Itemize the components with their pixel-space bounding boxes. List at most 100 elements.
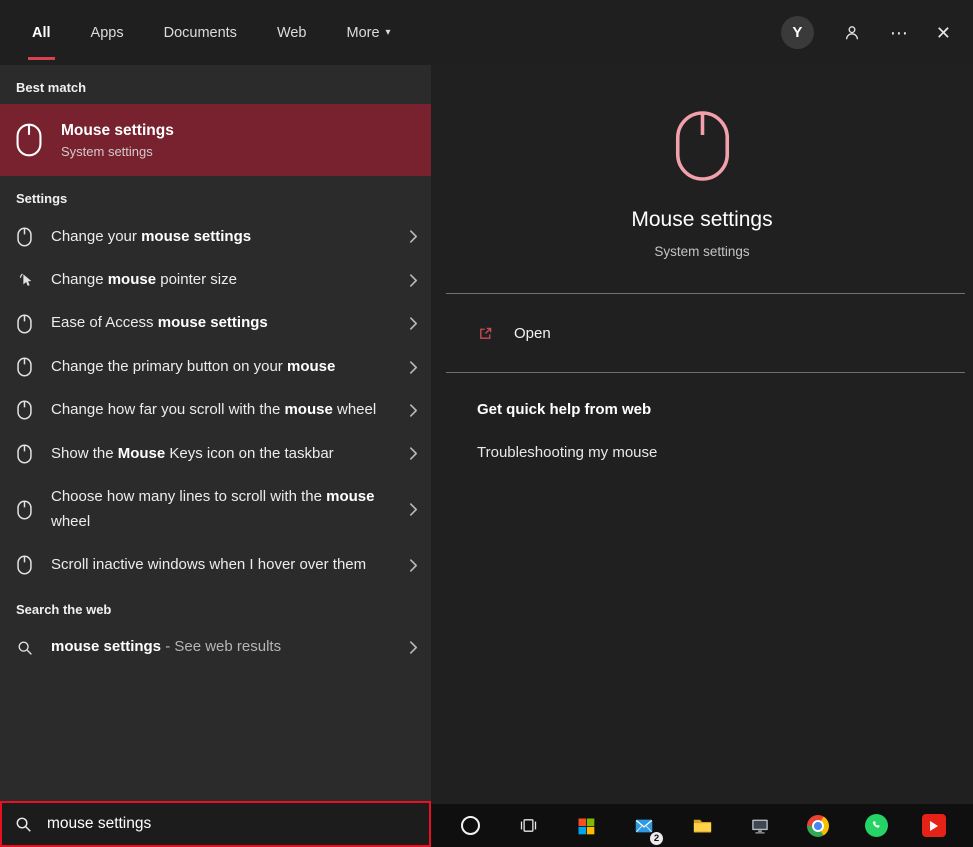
search-icon [17, 640, 35, 656]
web-result-label: mouse settings - See web results [51, 638, 282, 656]
taskbar-cortana-button[interactable] [448, 804, 492, 847]
settings-item-label: Change your mouse settings [51, 227, 252, 245]
settings-results-list: Change your mouse settings Change mouse p… [0, 215, 431, 587]
chevron-right-icon [409, 558, 419, 573]
youtube-icon [922, 814, 946, 837]
settings-item-label: Choose how many lines to scroll with the… [51, 488, 375, 530]
chevron-right-icon [409, 229, 419, 244]
mouse-icon [17, 555, 35, 575]
settings-item-label: Scroll inactive windows when I hover ove… [51, 556, 367, 573]
results-panel: Best match Mouse settings System setting… [0, 65, 431, 847]
preview-title: Mouse settings [631, 208, 773, 231]
mouse-icon [17, 444, 35, 464]
tab-apps[interactable]: Apps [89, 0, 126, 65]
mouse-icon [16, 123, 42, 157]
taskbar-chrome-button[interactable] [796, 804, 840, 847]
mouse-icon [17, 314, 35, 334]
settings-item-label: Ease of Access mouse settings [51, 314, 268, 332]
tab-label: Web [276, 24, 307, 41]
cortana-icon [460, 816, 480, 835]
taskbar-microsoft-store-button[interactable] [564, 804, 608, 847]
settings-result-item[interactable]: Choose how many lines to scroll with the… [0, 476, 431, 544]
mouse-icon [17, 227, 35, 247]
search-body: Best match Mouse settings System setting… [0, 65, 973, 847]
open-button[interactable]: Open [431, 294, 973, 372]
settings-item-label: Change the primary button on your mouse [51, 357, 336, 375]
best-match-header: Best match [16, 80, 87, 95]
mouse-icon [17, 400, 35, 420]
settings-item-label: Change mouse pointer size [51, 270, 237, 288]
best-match-subtitle: System settings [61, 143, 153, 159]
settings-result-item[interactable]: Change your mouse settings [0, 215, 431, 258]
mouse-icon-large [431, 110, 973, 182]
taskbar-task-view-button[interactable] [506, 804, 550, 847]
settings-result-item[interactable]: Change the primary button on your mouse [0, 345, 431, 388]
taskbar-computer-button[interactable] [738, 804, 782, 847]
chevron-right-icon [409, 446, 419, 461]
help-link-troubleshooting[interactable]: Troubleshooting my mouse [477, 444, 953, 461]
tab-label: Apps [90, 24, 124, 41]
settings-result-item[interactable]: Scroll inactive windows when I hover ove… [0, 544, 431, 587]
best-match-item[interactable]: Mouse settings System settings [0, 104, 431, 176]
open-icon [477, 325, 494, 342]
settings-result-item[interactable]: Change how far you scroll with the mouse… [0, 389, 431, 432]
web-help-section: Get quick help from web Troubleshooting … [431, 373, 973, 461]
chevron-right-icon [409, 360, 419, 375]
best-match-title: Mouse settings [61, 121, 174, 139]
preview-content: Mouse settings System settings Open Get … [431, 65, 973, 804]
search-filter-tabs: All Apps Documents Web More ▾ [28, 0, 393, 65]
help-header: Get quick help from web [477, 401, 652, 418]
chevron-right-icon [409, 273, 419, 288]
tab-all[interactable]: All [28, 0, 55, 65]
person-icon[interactable] [842, 23, 862, 43]
preview-panel: Mouse settings System settings Open Get … [431, 65, 973, 847]
tab-more[interactable]: More ▾ [345, 0, 393, 65]
search-icon [15, 816, 32, 833]
tab-web[interactable]: Web [275, 0, 309, 65]
taskbar-file-explorer-button[interactable] [680, 804, 724, 847]
settings-result-item[interactable]: Ease of Access mouse settings [0, 302, 431, 345]
settings-result-item[interactable]: Change mouse pointer size [0, 258, 431, 301]
web-header: Search the web [16, 601, 112, 617]
more-options-icon[interactable]: ⋯ [890, 24, 908, 42]
settings-header: Settings [16, 191, 68, 206]
whatsapp-icon [864, 814, 888, 837]
mouse-icon [17, 357, 35, 377]
preview-subtitle: System settings [654, 244, 750, 259]
search-header: All Apps Documents Web More ▾ Y ⋯ ✕ [0, 0, 973, 65]
best-match-text: Mouse settings System settings [61, 122, 174, 159]
tab-label: All [32, 24, 51, 41]
chevron-right-icon [409, 316, 419, 331]
close-icon[interactable]: ✕ [936, 24, 951, 42]
results-scroll-area: Best match Mouse settings System setting… [0, 65, 431, 847]
file-explorer-icon [693, 819, 711, 833]
settings-item-label: Show the Mouse Keys icon on the taskbar [51, 444, 334, 462]
task-view-icon [520, 819, 536, 832]
user-avatar[interactable]: Y [780, 16, 814, 49]
search-input[interactable] [47, 815, 416, 833]
web-result-item[interactable]: mouse settings - See web results [0, 626, 431, 669]
settings-item-label: Change how far you scroll with the mouse… [51, 401, 377, 419]
settings-result-item[interactable]: Show the Mouse Keys icon on the taskbar [0, 432, 431, 475]
chrome-icon [807, 814, 829, 837]
taskbar-mail-button[interactable]: 2 [622, 804, 666, 847]
open-label: Open [514, 324, 551, 342]
taskbar-youtube-button[interactable] [912, 804, 956, 847]
chevron-right-icon [409, 502, 419, 517]
taskbar-whatsapp-button[interactable] [854, 804, 898, 847]
tab-label: More [346, 24, 380, 41]
taskbar: 2 [431, 804, 973, 847]
computer-icon [752, 819, 768, 834]
dropdown-caret-icon: ▾ [385, 27, 391, 38]
mouse-icon [17, 500, 35, 520]
microsoft-store-icon [578, 818, 595, 834]
pointer-icon [17, 271, 35, 289]
topbar-actions: Y ⋯ ✕ [780, 0, 951, 65]
search-box[interactable] [0, 801, 431, 847]
chevron-right-icon [409, 403, 419, 418]
tab-label: Documents [163, 24, 237, 41]
windows-search-panel: All Apps Documents Web More ▾ Y ⋯ ✕ Best matc… [0, 0, 973, 847]
mail-badge: 2 [650, 832, 663, 845]
tab-documents[interactable]: Documents [162, 0, 239, 65]
chevron-right-icon [409, 640, 419, 655]
